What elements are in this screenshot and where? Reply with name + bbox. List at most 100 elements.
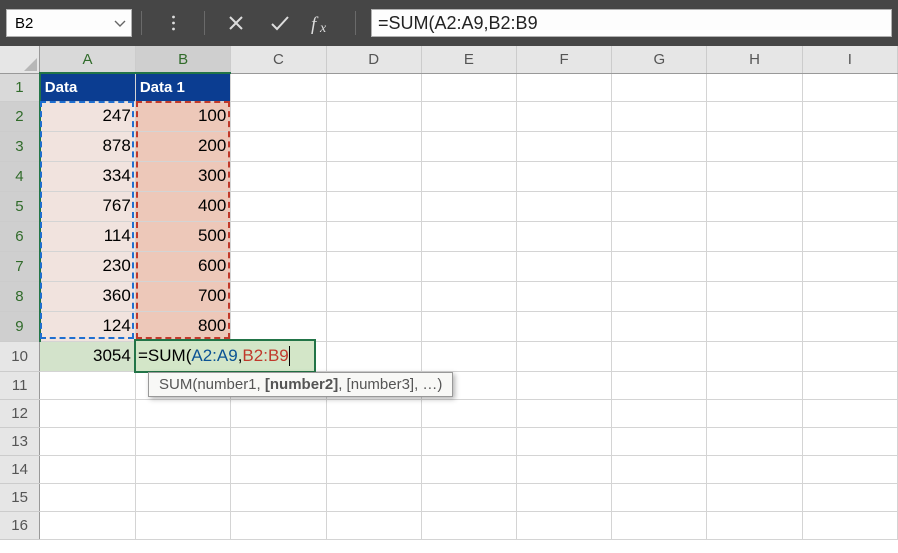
cell-C6[interactable] [231, 221, 326, 251]
cell-H6[interactable] [707, 221, 802, 251]
cell-G12[interactable] [612, 399, 707, 427]
cell-E6[interactable] [421, 221, 516, 251]
cell-G10[interactable] [612, 341, 707, 371]
cell-D14[interactable] [326, 455, 421, 483]
spreadsheet-grid[interactable]: ABCDEFGHI1DataData 122471003878200433430… [0, 46, 898, 540]
row-head-6[interactable]: 6 [0, 221, 40, 251]
cell-C7[interactable] [231, 251, 326, 281]
col-head-E[interactable]: E [421, 46, 516, 73]
cell-G3[interactable] [612, 131, 707, 161]
cell-E14[interactable] [421, 455, 516, 483]
row-head-13[interactable]: 13 [0, 427, 40, 455]
col-head-H[interactable]: H [707, 46, 802, 73]
select-all-corner[interactable] [0, 46, 40, 73]
cell-A2[interactable]: 247 [40, 101, 136, 131]
cell-D8[interactable] [326, 281, 421, 311]
cell-F9[interactable] [517, 311, 612, 341]
cell-F14[interactable] [517, 455, 612, 483]
cell-F12[interactable] [517, 399, 612, 427]
cell-D5[interactable] [326, 191, 421, 221]
cell-E7[interactable] [421, 251, 516, 281]
cell-A1[interactable]: Data [40, 73, 136, 101]
cell-I8[interactable] [802, 281, 897, 311]
cell-G5[interactable] [612, 191, 707, 221]
cell-G6[interactable] [612, 221, 707, 251]
cell-A16[interactable] [40, 511, 136, 539]
cell-C5[interactable] [231, 191, 326, 221]
cell-E16[interactable] [421, 511, 516, 539]
cell-F13[interactable] [517, 427, 612, 455]
cell-A11[interactable] [40, 371, 136, 399]
cell-F2[interactable] [517, 101, 612, 131]
cell-H13[interactable] [707, 427, 802, 455]
cell-A14[interactable] [40, 455, 136, 483]
cell-G16[interactable] [612, 511, 707, 539]
cell-I9[interactable] [802, 311, 897, 341]
cell-D12[interactable] [326, 399, 421, 427]
enter-button[interactable] [258, 9, 302, 37]
row-head-11[interactable]: 11 [0, 371, 40, 399]
cell-B9[interactable]: 800 [135, 311, 231, 341]
cell-G2[interactable] [612, 101, 707, 131]
cell-I12[interactable] [802, 399, 897, 427]
cell-H7[interactable] [707, 251, 802, 281]
cell-E8[interactable] [421, 281, 516, 311]
cell-I14[interactable] [802, 455, 897, 483]
row-head-9[interactable]: 9 [0, 311, 40, 341]
cell-C9[interactable] [231, 311, 326, 341]
cell-B15[interactable] [135, 483, 231, 511]
cell-A4[interactable]: 334 [40, 161, 136, 191]
cell-D1[interactable] [326, 73, 421, 101]
cell-F7[interactable] [517, 251, 612, 281]
cell-I6[interactable] [802, 221, 897, 251]
col-head-F[interactable]: F [517, 46, 612, 73]
cell-H5[interactable] [707, 191, 802, 221]
cell-G11[interactable] [612, 371, 707, 399]
cell-A13[interactable] [40, 427, 136, 455]
cell-editor[interactable]: =SUM(A2:A9,B2:B9 [136, 341, 314, 371]
cell-C3[interactable] [231, 131, 326, 161]
cell-B3[interactable]: 200 [135, 131, 231, 161]
cell-E1[interactable] [421, 73, 516, 101]
cell-G8[interactable] [612, 281, 707, 311]
cell-E9[interactable] [421, 311, 516, 341]
cell-D4[interactable] [326, 161, 421, 191]
cell-I5[interactable] [802, 191, 897, 221]
cell-A15[interactable] [40, 483, 136, 511]
cell-H4[interactable] [707, 161, 802, 191]
cell-G13[interactable] [612, 427, 707, 455]
cell-H8[interactable] [707, 281, 802, 311]
cell-I1[interactable] [802, 73, 897, 101]
cell-C15[interactable] [231, 483, 326, 511]
cell-C4[interactable] [231, 161, 326, 191]
cell-C12[interactable] [231, 399, 326, 427]
row-head-4[interactable]: 4 [0, 161, 40, 191]
row-head-10[interactable]: 10 [0, 341, 40, 371]
name-box[interactable]: B2 [6, 9, 132, 37]
row-head-12[interactable]: 12 [0, 399, 40, 427]
cell-G7[interactable] [612, 251, 707, 281]
cell-D3[interactable] [326, 131, 421, 161]
row-head-7[interactable]: 7 [0, 251, 40, 281]
cell-F15[interactable] [517, 483, 612, 511]
cell-D16[interactable] [326, 511, 421, 539]
function-tooltip[interactable]: SUM(number1, [number2], [number3], …) [148, 372, 453, 397]
cell-D15[interactable] [326, 483, 421, 511]
cell-G1[interactable] [612, 73, 707, 101]
row-head-16[interactable]: 16 [0, 511, 40, 539]
row-head-3[interactable]: 3 [0, 131, 40, 161]
row-head-2[interactable]: 2 [0, 101, 40, 131]
cell-B7[interactable]: 600 [135, 251, 231, 281]
cell-F1[interactable] [517, 73, 612, 101]
col-head-B[interactable]: B [135, 46, 231, 73]
cell-G14[interactable] [612, 455, 707, 483]
row-head-8[interactable]: 8 [0, 281, 40, 311]
cell-A10[interactable]: 3054 [40, 341, 136, 371]
cell-A6[interactable]: 114 [40, 221, 136, 251]
cell-F8[interactable] [517, 281, 612, 311]
more-button[interactable] [151, 9, 195, 37]
cell-H10[interactable] [707, 341, 802, 371]
row-head-15[interactable]: 15 [0, 483, 40, 511]
row-head-14[interactable]: 14 [0, 455, 40, 483]
cell-D2[interactable] [326, 101, 421, 131]
